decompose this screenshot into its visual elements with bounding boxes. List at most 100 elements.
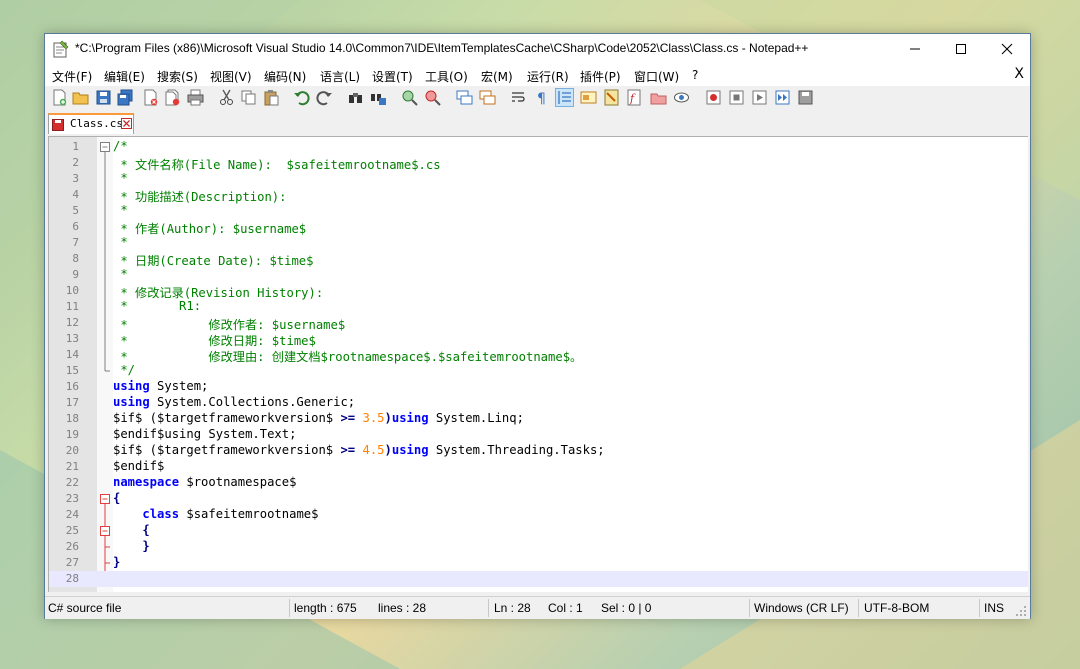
code-token: $if$ ($targetframeworkversion$ [113,411,341,425]
indent-guide-icon[interactable] [555,88,574,107]
close-button[interactable] [984,34,1030,64]
status-encoding[interactable]: UTF-8-BOM [864,601,929,615]
monitoring-icon[interactable] [673,89,690,106]
code-line[interactable]: 17 using System.Collections.Generic; [49,395,1028,411]
code-text: * R1: [113,299,201,313]
code-line[interactable]: 21 $endif$ [49,459,1028,475]
sync-horizontal-icon[interactable] [479,89,496,106]
minimize-icon [910,48,920,50]
replace-icon[interactable] [370,89,387,106]
code-token: >= [340,443,356,457]
code-line[interactable]: 23 { [49,491,1028,507]
status-insert-mode[interactable]: INS [984,601,1004,615]
udl-icon[interactable] [580,89,597,106]
code-token: namespace [113,475,180,489]
menu-window[interactable]: 窗口(W) [634,68,679,85]
tab-close-icon[interactable] [121,118,132,129]
status-eol[interactable]: Windows (CR LF) [754,601,849,615]
menu-tools[interactable]: 工具(O) [425,68,468,85]
code-text: } [113,555,120,569]
code-line[interactable]: 18 $if$ ($targetframeworkversion$ >= 3.5)… [49,411,1028,427]
code-line[interactable]: 20 $if$ ($targetframeworkversion$ >= 4.5)… [49,443,1028,459]
save-icon[interactable] [95,89,112,106]
run-macro-multiple-icon[interactable] [774,89,791,106]
code-line[interactable]: 3 * [49,171,1028,187]
code-text: /* [113,139,128,153]
code-editor[interactable]: 1 /* 2 * 文件名称(File Name): $safeitemrootnam… [48,136,1028,592]
paste-icon[interactable] [263,89,280,106]
playback-macro-icon[interactable] [751,89,768,106]
menu-macro[interactable]: 宏(M) [481,68,513,85]
record-macro-icon[interactable] [705,89,722,106]
menu-search[interactable]: 搜索(S) [157,68,198,85]
code-line[interactable]: 15 */ [49,363,1028,379]
code-text: using System; [113,379,208,393]
code-text: { [113,523,149,537]
menu-plugins[interactable]: 插件(P) [580,68,621,85]
close-document-x[interactable]: X [1014,66,1024,82]
code-line[interactable]: 2 * 文件名称(File Name): $safeitemrootname$.… [49,155,1028,172]
status-length: length : 675 [294,601,357,615]
save-macro-icon[interactable] [797,89,814,106]
new-file-icon[interactable] [51,89,68,106]
code-line[interactable]: 22 namespace $rootnamespace$ [49,475,1028,491]
status-divider [858,599,859,617]
code-token: using [391,443,429,457]
menu-encoding[interactable]: 编码(N) [264,68,306,85]
open-file-icon[interactable] [72,89,89,106]
copy-icon[interactable] [240,89,257,106]
code-line[interactable]: 26 } [49,539,1028,555]
code-line[interactable]: 5 * [49,203,1028,219]
code-line[interactable]: 6 * 作者(Author): $username$ [49,219,1028,236]
code-token: * 修改记录(Revision History): [113,286,324,300]
line-number: 27 [65,556,79,569]
zoom-in-icon[interactable] [401,89,418,106]
close-file-icon[interactable] [142,89,159,106]
show-all-chars-icon[interactable]: ¶ [533,89,550,106]
tab-class-cs[interactable]: Class.cs [48,113,134,134]
minimize-button[interactable] [892,34,938,64]
folder-workspace-icon[interactable] [650,89,667,106]
code-line[interactable]: 4 * 功能描述(Description): [49,187,1028,204]
code-line[interactable]: 28 [49,571,1028,587]
code-line[interactable]: 12 * 修改作者: $username$ [49,315,1028,332]
menu-file[interactable]: 文件(F) [52,68,92,85]
code-line[interactable]: 1 /* [49,139,1028,155]
code-line[interactable]: 7 * [49,235,1028,251]
status-divider [749,599,750,617]
menu-help[interactable]: ? [692,68,698,82]
find-icon[interactable] [347,89,364,106]
code-line[interactable]: 11 * R1: [49,299,1028,315]
undo-icon[interactable] [293,89,310,106]
menu-settings[interactable]: 设置(T) [372,68,413,85]
zoom-out-icon[interactable] [424,89,441,106]
function-list-icon[interactable]: f [626,89,643,106]
menu-run[interactable]: 运行(R) [527,68,569,85]
code-line[interactable]: 13 * 修改日期: $time$ [49,331,1028,348]
redo-icon[interactable] [316,89,333,106]
close-all-icon[interactable] [164,89,181,106]
code-line[interactable]: 10 * 修改记录(Revision History): [49,283,1028,300]
menu-language[interactable]: 语言(L) [320,68,360,85]
save-all-icon[interactable] [117,89,134,106]
code-line[interactable]: 8 * 日期(Create Date): $time$ [49,251,1028,268]
word-wrap-icon[interactable] [510,89,527,106]
stop-recording-icon[interactable] [728,89,745,106]
print-icon[interactable] [187,89,204,106]
code-line[interactable]: 19 $endif$using System.Text; [49,427,1028,443]
sync-vertical-icon[interactable] [456,89,473,106]
code-line[interactable]: 25 { [49,523,1028,539]
cut-icon[interactable] [218,89,235,106]
code-line[interactable]: 27} [49,555,1028,571]
menu-view[interactable]: 视图(V) [210,68,252,85]
menu-edit[interactable]: 编辑(E) [104,68,145,85]
maximize-button[interactable] [938,34,984,64]
code-line[interactable]: 24 class $safeitemrootname$ [49,507,1028,523]
code-line[interactable]: 14 * 修改理由: 创建文档$rootnamespace$.$safeitem… [49,347,1028,364]
code-token: $rootnamespace$ [179,475,297,489]
code-line[interactable]: 9 * [49,267,1028,283]
document-map-icon[interactable] [603,89,620,106]
code-text: * [113,267,127,281]
code-line[interactable]: 16 using System; [49,379,1028,395]
resize-grip-icon[interactable] [1015,605,1027,617]
